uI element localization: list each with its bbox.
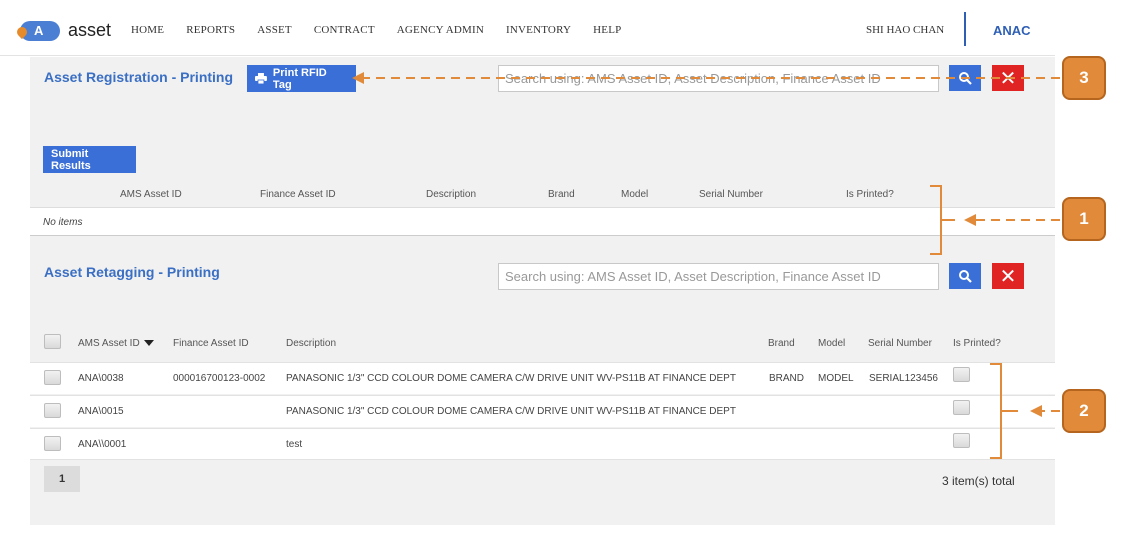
arrow-2-head	[1030, 405, 1042, 417]
bracket-1	[930, 185, 942, 255]
callout-1: 1	[1062, 197, 1106, 241]
arrow-1-head	[964, 214, 976, 226]
annotation-arrows	[352, 72, 1060, 417]
arrow-3-head	[352, 72, 364, 84]
bracket-2	[990, 363, 1002, 459]
callout-3: 3	[1062, 56, 1106, 100]
callout-2: 2	[1062, 389, 1106, 433]
